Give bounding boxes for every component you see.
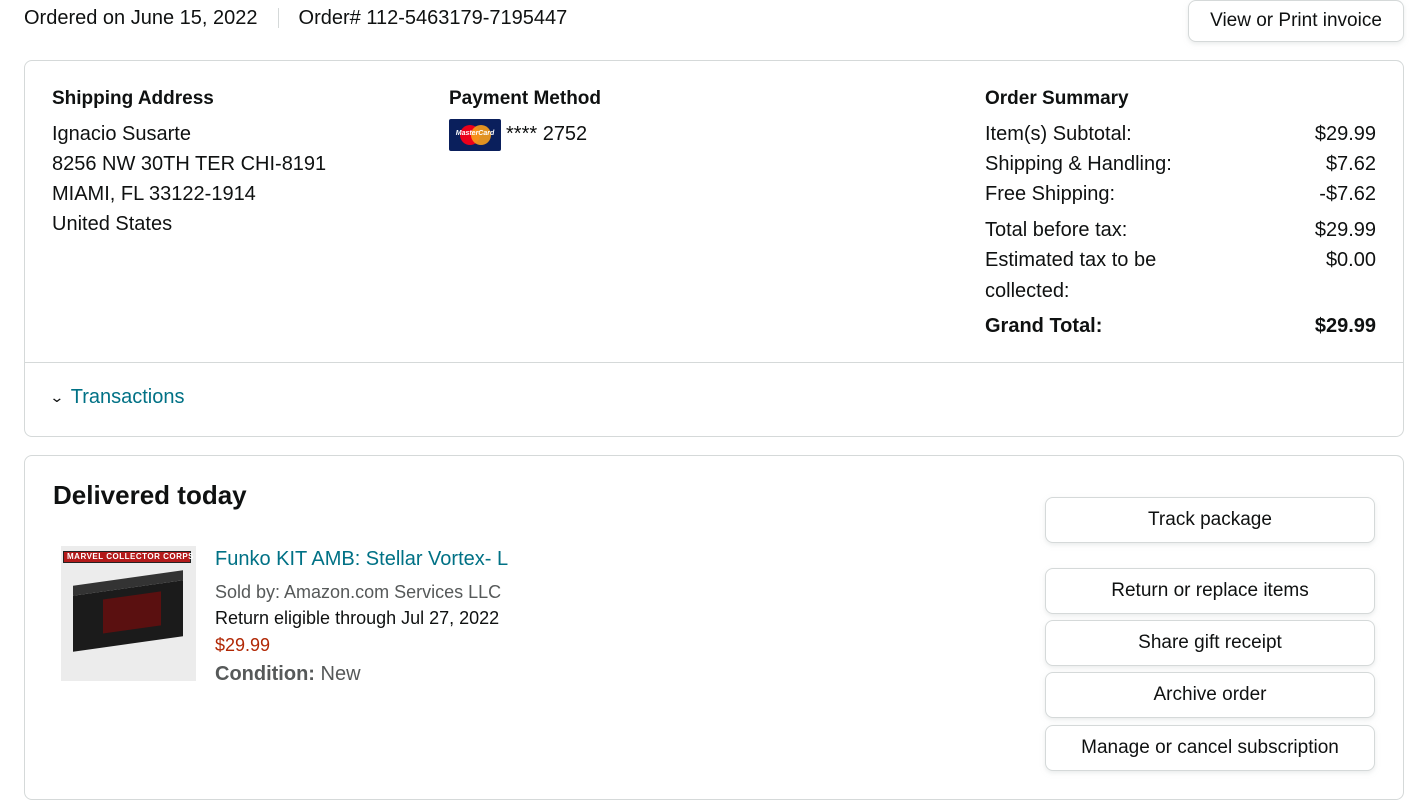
summary-value: $29.99 [1314, 219, 1376, 241]
summary-row-shipping: Shipping & Handling: $7.62 [985, 153, 1376, 176]
share-gift-receipt-button[interactable]: Share gift receipt [1045, 620, 1375, 666]
summary-row-grand-total: Grand Total: $29.99 [985, 315, 1376, 338]
product-condition: Condition: New [215, 663, 361, 686]
summary-value: $29.99 [1314, 315, 1376, 337]
card-brand-text: MasterCard [455, 130, 495, 137]
summary-value: $29.99 [1314, 123, 1376, 145]
archive-order-button[interactable]: Archive order [1045, 672, 1375, 718]
transactions-toggle[interactable]: ⌄ Transactions [49, 386, 185, 409]
chevron-down-icon: ⌄ [49, 389, 65, 405]
condition-label: Condition: [215, 663, 315, 685]
shipping-country: United States [52, 213, 173, 235]
summary-row-estimated-tax: Estimated tax to be collected: $0.00 [985, 249, 1376, 303]
summary-value: $0.00 [1325, 249, 1376, 271]
card-number: **** 2752 [506, 123, 588, 145]
header-divider [277, 8, 279, 28]
summary-row-total-before-tax: Total before tax: $29.99 [985, 219, 1376, 242]
summary-label-line2: collected: [985, 280, 1070, 302]
summary-row-free-shipping: Free Shipping: -$7.62 [985, 183, 1376, 206]
product-price: $29.99 [215, 635, 271, 655]
return-eligible: Return eligible through Jul 27, 2022 [215, 608, 500, 628]
summary-label-line1: Estimated tax to be [985, 249, 1157, 271]
product-box-graphic [73, 570, 183, 652]
product-image-header-text: MARVEL COLLECTOR CORPS [67, 552, 195, 561]
shipment-panel: Delivered today MARVEL COLLECTOR CORPS F… [24, 455, 1404, 800]
view-print-invoice-button[interactable]: View or Print invoice [1188, 0, 1404, 42]
order-summary-title: Order Summary [985, 88, 1129, 109]
order-header: Ordered on June 15, 2022 Order# 112-5463… [24, 6, 567, 30]
track-package-button[interactable]: Track package [1045, 497, 1375, 543]
transactions-label: Transactions [70, 386, 185, 408]
summary-value: $7.62 [1325, 153, 1376, 175]
ordered-on-date: Ordered on June 15, 2022 [24, 6, 258, 29]
summary-row-subtotal: Item(s) Subtotal: $29.99 [985, 123, 1376, 146]
return-replace-button[interactable]: Return or replace items [1045, 568, 1375, 614]
shipping-name: Ignacio Susarte [52, 123, 191, 145]
manage-subscription-button[interactable]: Manage or cancel subscription [1045, 725, 1375, 771]
delivery-status: Delivered today [53, 480, 247, 510]
mastercard-icon: MasterCard [449, 119, 501, 151]
summary-label: Shipping & Handling: [985, 153, 1172, 175]
summary-label: Estimated tax to be collected: [985, 249, 1156, 303]
payment-method-title: Payment Method [449, 88, 602, 109]
summary-label: Item(s) Subtotal: [985, 123, 1132, 145]
summary-label: Grand Total: [985, 315, 1103, 337]
condition-value: New [320, 663, 361, 685]
summary-value: -$7.62 [1319, 183, 1376, 205]
product-title-link[interactable]: Funko KIT AMB: Stellar Vortex- L [215, 548, 508, 571]
panel-divider [25, 362, 1403, 363]
shipping-city: MIAMI, FL 33122-1914 [52, 183, 256, 205]
summary-label: Total before tax: [985, 219, 1128, 241]
product-image-header: MARVEL COLLECTOR CORPS [63, 551, 195, 563]
shipping-address-title: Shipping Address [52, 88, 214, 109]
product-image[interactable]: MARVEL COLLECTOR CORPS [61, 546, 196, 681]
summary-label: Free Shipping: [985, 183, 1116, 205]
shipping-street: 8256 NW 30TH TER CHI-8191 [52, 153, 327, 175]
sold-by: Sold by: Amazon.com Services LLC [215, 582, 502, 602]
order-number: Order# 112-5463179-7195447 [298, 6, 568, 29]
order-details-panel: Shipping Address Ignacio Susarte 8256 NW… [24, 60, 1404, 437]
